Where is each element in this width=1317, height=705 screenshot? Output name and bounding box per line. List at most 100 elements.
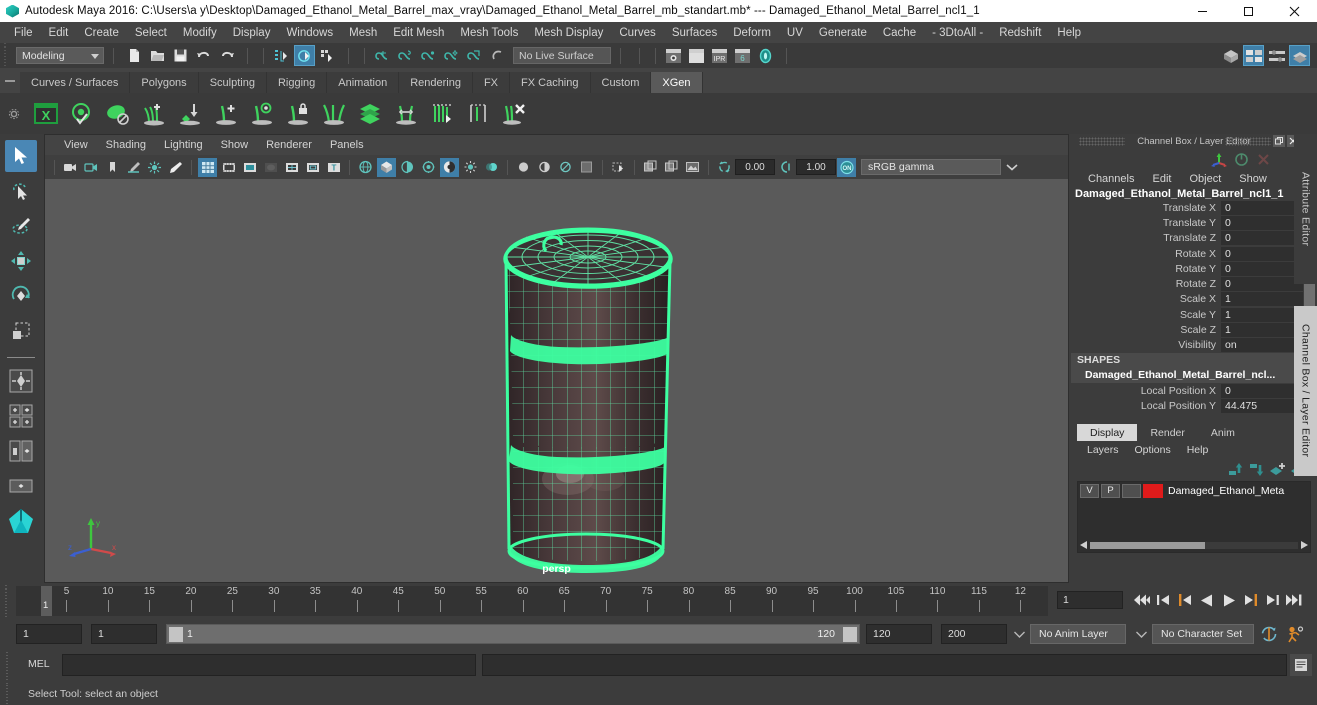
make-live-icon[interactable] — [487, 45, 508, 66]
menu-surfaces[interactable]: Surfaces — [664, 24, 725, 42]
channel-value[interactable]: 1 — [1221, 323, 1303, 338]
rotate-tool[interactable] — [5, 280, 37, 312]
xgen-noise-icon[interactable] — [389, 97, 423, 131]
hotbox-icon[interactable] — [5, 505, 37, 537]
shelf-tab-sculpting[interactable]: Sculpting — [198, 72, 267, 93]
channel-value[interactable]: 0 — [1221, 215, 1303, 230]
shelf-tab-rendering[interactable]: Rendering — [399, 72, 473, 93]
xgen-clump-icon[interactable] — [317, 97, 351, 131]
camera-attributes-icon[interactable] — [82, 158, 101, 177]
menu-generate[interactable]: Generate — [811, 24, 875, 42]
xgen-preview-icon[interactable] — [65, 97, 99, 131]
step-back-keyframe-icon[interactable] — [1152, 589, 1174, 611]
color-management-chevron-down-icon[interactable] — [1001, 159, 1023, 175]
menu-windows[interactable]: Windows — [278, 24, 341, 42]
range-end-time-field[interactable]: 120 — [866, 624, 932, 644]
channel-value[interactable]: 0 — [1221, 200, 1303, 215]
menu-edit-mesh[interactable]: Edit Mesh — [385, 24, 452, 42]
channel-row-rotate-x[interactable]: Rotate X 0 — [1071, 246, 1317, 261]
xgen-density-icon[interactable] — [245, 97, 279, 131]
channel-row-scale-y[interactable]: Scale Y 1 — [1071, 307, 1317, 322]
channel-value[interactable]: on — [1221, 338, 1303, 353]
channel-box-layer-editor-icon[interactable] — [1289, 45, 1310, 66]
safe-title-icon[interactable]: T — [324, 158, 343, 177]
channel-row-scale-z[interactable]: Scale Z 1 — [1071, 322, 1317, 338]
step-forward-frame-icon[interactable] — [1240, 589, 1262, 611]
viewport-snapshot-icon[interactable] — [641, 158, 660, 177]
menu-mesh-display[interactable]: Mesh Display — [526, 24, 611, 42]
snap-point-icon[interactable] — [418, 45, 439, 66]
resolution-gate-icon[interactable] — [240, 158, 259, 177]
move-layer-down-icon[interactable] — [1246, 460, 1267, 478]
film-gate-icon[interactable] — [219, 158, 238, 177]
color-management-toggle-icon[interactable]: ON — [837, 157, 856, 177]
snap-projected-center-icon[interactable] — [441, 45, 462, 66]
select-camera-icon[interactable] — [609, 158, 628, 177]
isolate-select-icon[interactable] — [514, 158, 533, 177]
menu-file[interactable]: File — [6, 24, 41, 42]
channel-value[interactable]: 0 — [1221, 246, 1303, 261]
channel-value[interactable]: 0 — [1221, 231, 1303, 246]
use-all-lights-icon[interactable] — [419, 158, 438, 177]
command-input-field[interactable] — [62, 654, 476, 676]
scroll-thumb[interactable] — [1090, 542, 1205, 549]
scroll-track[interactable] — [1090, 542, 1298, 549]
xgen-editor-icon[interactable]: X — [29, 97, 63, 131]
ipr-render-icon[interactable] — [686, 45, 707, 66]
wireframe-shading-icon[interactable] — [356, 158, 375, 177]
layer-list-horizontal-scrollbar[interactable] — [1080, 540, 1308, 550]
move-tool[interactable] — [5, 245, 37, 277]
image-plane-icon[interactable] — [124, 158, 143, 177]
menu-select[interactable]: Select — [127, 24, 175, 42]
manipulator-axis-icon[interactable] — [1209, 150, 1229, 168]
xgen-cut-icon[interactable] — [425, 97, 459, 131]
layer-list[interactable]: V P Damaged_Ethanol_Meta — [1077, 481, 1311, 553]
select-tool[interactable] — [5, 140, 37, 172]
shelf-tab-fx[interactable]: FX — [472, 72, 511, 93]
status-bar-grip[interactable] — [0, 682, 16, 705]
panel-drag-dots-left[interactable] — [1079, 137, 1125, 146]
tab-channel-box-layer-editor[interactable]: Channel Box / Layer Editor — [1294, 306, 1317, 476]
time-slider[interactable]: 1 5 10 15 20 25 30 35 40 45 50 55 60 65 70 75 80 85 90 95 1… — [16, 586, 1048, 616]
select-object-icon[interactable] — [294, 45, 315, 66]
command-line-grip[interactable] — [0, 650, 16, 680]
play-forwards-icon[interactable] — [1218, 589, 1240, 611]
channel-value[interactable]: 0 — [1221, 261, 1303, 276]
tool-settings-icon[interactable] — [1266, 45, 1287, 66]
viewport-menu-renderer[interactable]: Renderer — [257, 139, 321, 151]
play-backwards-icon[interactable] — [1196, 589, 1218, 611]
channel-row-translate-z[interactable]: Translate Z 0 — [1071, 231, 1317, 246]
flat-shade-icon[interactable] — [398, 158, 417, 177]
lasso-select-tool[interactable] — [5, 175, 37, 207]
snap-view-plane-icon[interactable] — [464, 45, 485, 66]
menu-3dtoall[interactable]: - 3DtoAll - — [924, 24, 991, 42]
viewport-snapshot-2-icon[interactable] — [662, 158, 681, 177]
viewport-menu-show[interactable]: Show — [212, 139, 258, 151]
channel-value[interactable]: 1 — [1221, 307, 1303, 322]
range-start-time-field[interactable]: 1 — [91, 624, 157, 644]
shelf-tab-custom[interactable]: Custom — [590, 72, 652, 93]
tab-anim[interactable]: Anim — [1197, 424, 1248, 441]
channel-value[interactable]: 1 — [1221, 292, 1303, 307]
live-surface-field[interactable]: No Live Surface — [513, 47, 611, 64]
shelf-collapse-handle[interactable] — [0, 68, 20, 93]
menu-uv[interactable]: UV — [779, 24, 811, 42]
shelf-tab-rigging[interactable]: Rigging — [266, 72, 328, 93]
range-slider-right-handle[interactable] — [843, 627, 857, 642]
persp-graph-layout[interactable] — [5, 470, 37, 502]
viewport-menu-lighting[interactable]: Lighting — [155, 139, 212, 151]
animation-start-time-field[interactable]: 1 — [16, 624, 82, 644]
xray-joints-icon[interactable] — [556, 158, 575, 177]
smooth-shade-all-icon[interactable] — [377, 157, 396, 177]
menu-set-selector[interactable]: Modeling — [16, 47, 104, 64]
layer-menu-layers[interactable]: Layers — [1079, 444, 1127, 456]
two-sided-lighting-icon[interactable] — [145, 158, 164, 177]
menu-help[interactable]: Help — [1049, 24, 1089, 42]
channel-row-scale-x[interactable]: Scale X 1 — [1071, 292, 1317, 307]
color-management-selector[interactable]: sRGB gamma — [861, 159, 1001, 175]
show-hide-modeling-toolkit-icon[interactable] — [1220, 45, 1241, 66]
xray-icon[interactable] — [535, 158, 554, 177]
image-sequence-icon[interactable] — [683, 158, 702, 177]
select-component-icon[interactable] — [317, 45, 338, 66]
save-scene-icon[interactable] — [170, 45, 191, 66]
